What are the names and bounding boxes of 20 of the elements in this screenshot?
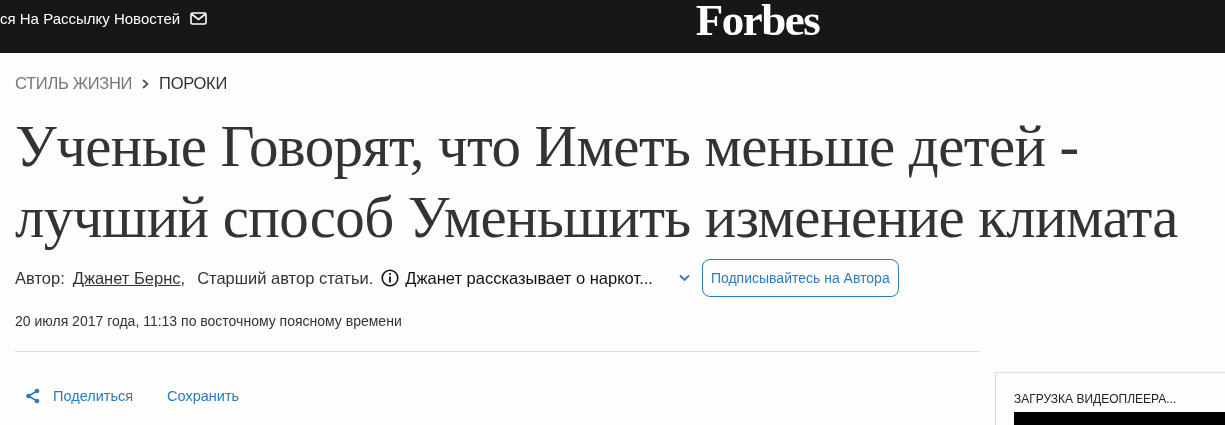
author-bio: Джанет рассказывает о наркот... [405,268,653,288]
logo[interactable]: Forbes [695,0,820,46]
comma: , [180,268,186,288]
author-link[interactable]: Джанет Бернс [72,268,181,288]
save-link[interactable]: Сохранить [167,388,240,404]
breadcrumb-link[interactable]: СТИЛЬ ЖИЗНИ [15,74,133,93]
chevron-down-icon[interactable] [678,274,690,282]
publish-date: 20 июля 2017 года, 11:13 по восточному поясному времени [15,313,403,329]
info-icon[interactable] [381,269,400,287]
article-title: Ученые Говорят, что Иметь меньше детей - лучший способ Уменьшить изменение климата [15,112,1179,252]
author-label: Автор: [15,268,65,288]
mail-icon[interactable] [190,12,208,25]
newsletter-link[interactable]: ся На Рассылку Новостей [0,10,181,27]
loading-text: ЗАГРУЗКА ВИДЕОПЛЕЕРА... [1014,392,1178,406]
author-role: Старший автор статьи. [197,268,374,288]
breadcrumb-link[interactable]: ПОРОКИ [159,74,227,93]
share-icon [25,388,41,404]
chevron-icon [142,78,150,89]
follow-author-button[interactable]: Подписывайтесь на Автора [701,259,899,297]
share-link[interactable]: Поделиться [25,388,134,404]
